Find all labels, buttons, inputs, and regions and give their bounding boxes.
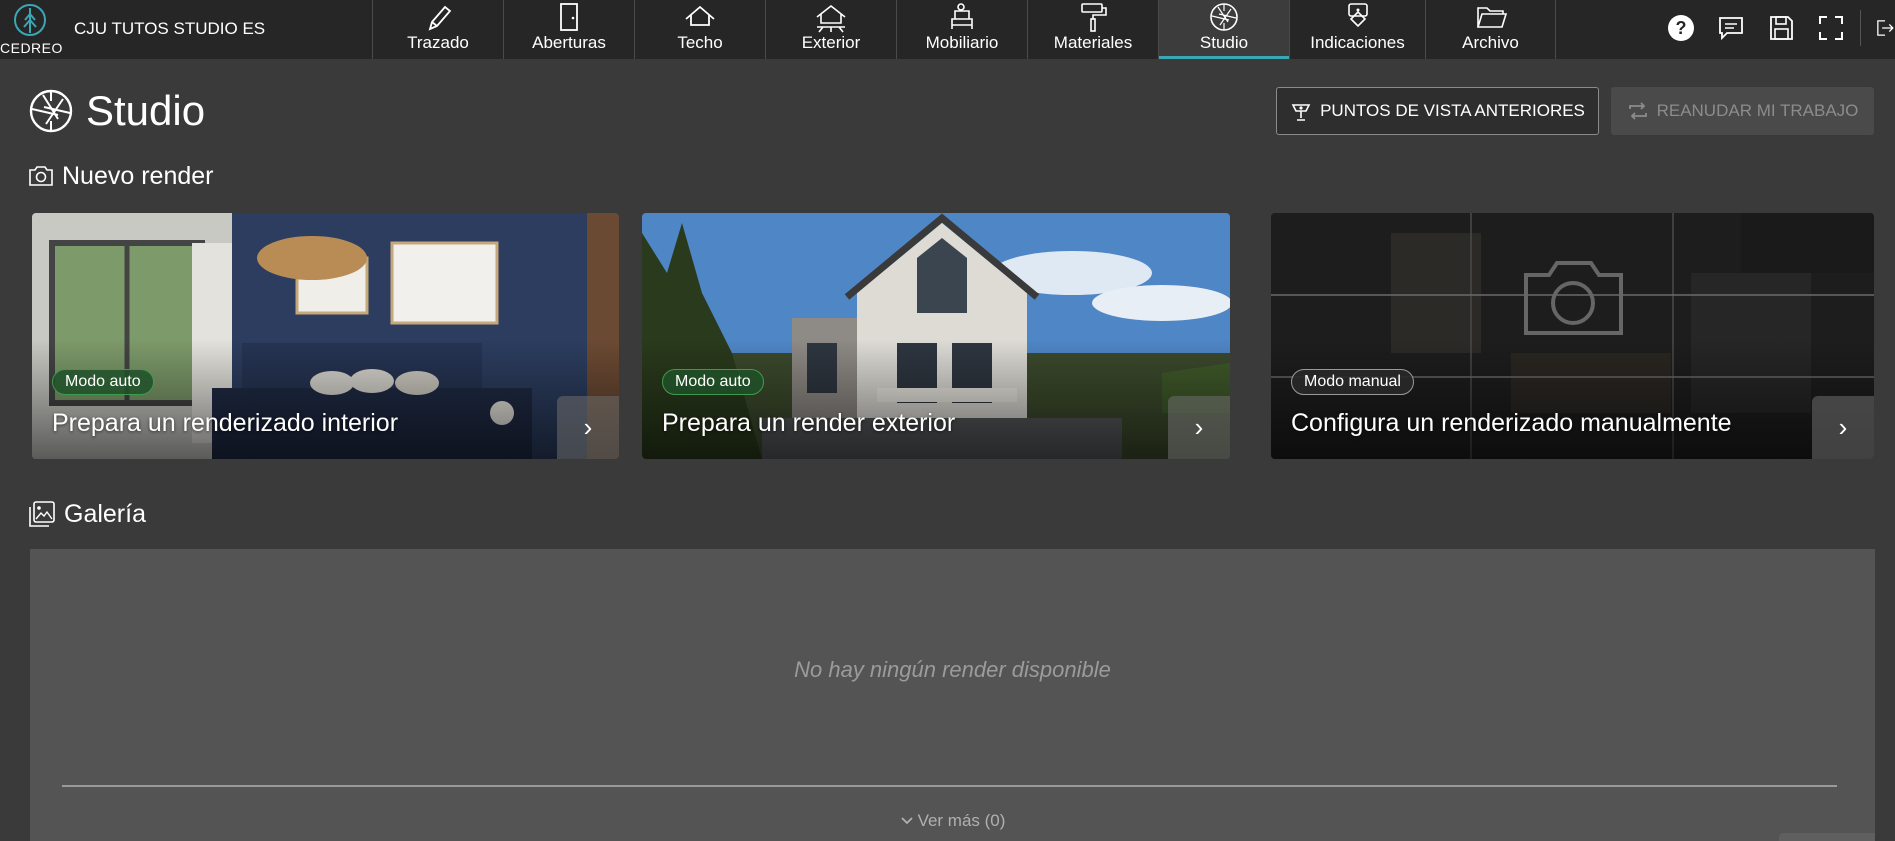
fullscreen-button[interactable] (1816, 11, 1846, 45)
exterior-render-card[interactable]: Modo auto Prepara un render exterior › (642, 213, 1230, 459)
chevron-right-icon[interactable]: › (1812, 396, 1874, 459)
card-shade (1271, 339, 1874, 459)
corner-tab[interactable] (1779, 833, 1875, 841)
tab-label: Indicaciones (1310, 33, 1405, 52)
manual-render-card[interactable]: Modo manual Configura un renderizado man… (1271, 213, 1874, 459)
mode-badge: Modo auto (662, 369, 764, 395)
mode-badge: Modo manual (1291, 369, 1414, 395)
help-button[interactable]: ? (1666, 11, 1696, 45)
house-exterior-icon (816, 4, 846, 33)
top-bar: CEDREO CJU TUTOS STUDIO ES Trazado Abert… (0, 0, 1895, 59)
camera-mount-icon (1291, 104, 1311, 121)
card-title: Prepara un renderizado interior (52, 409, 399, 437)
repeat-icon (1628, 102, 1647, 120)
gallery-title: Galería (64, 499, 146, 528)
interior-render-card[interactable]: Modo auto Prepara un renderizado interio… (32, 213, 619, 459)
gallery-empty-message: No hay ningún render disponible (794, 657, 1111, 682)
tab-label: Trazado (407, 33, 469, 52)
tab-studio[interactable]: Studio (1158, 0, 1289, 59)
logo-text: CEDREO (0, 40, 63, 56)
pencil-icon (428, 5, 452, 31)
chevron-down-icon (900, 817, 913, 825)
gallery-divider (62, 785, 1837, 787)
fullscreen-icon (1819, 16, 1843, 40)
door-icon (560, 3, 578, 31)
tab-mobiliario[interactable]: Mobiliario (896, 0, 1027, 59)
resume-work-button[interactable]: REANUDAR MI TRABAJO (1611, 87, 1874, 135)
svg-text:?: ? (1676, 18, 1687, 38)
aperture-icon (1210, 3, 1238, 31)
annotation-icon (1347, 3, 1368, 28)
exit-button[interactable] (1875, 11, 1895, 45)
card-shade (32, 339, 619, 459)
previous-viewpoints-label: PUNTOS DE VISTA ANTERIORES (1320, 101, 1585, 120)
card-title: Configura un renderizado manualmente (1291, 409, 1732, 437)
page-title: Studio (28, 86, 205, 136)
folder-icon (1476, 7, 1507, 28)
cedreo-logo[interactable]: CEDREO (0, 0, 70, 59)
furniture-icon (951, 3, 973, 29)
top-actions: ? (1666, 10, 1895, 46)
new-render-heading: Nuevo render (28, 160, 213, 192)
see-more-link[interactable]: Ver más (0) (30, 811, 1875, 831)
save-button[interactable] (1766, 11, 1796, 45)
tab-aberturas[interactable]: Aberturas (503, 0, 634, 59)
tab-label: Exterior (801, 33, 861, 52)
card-title: Prepara un render exterior (662, 409, 956, 437)
tab-exterior[interactable]: Exterior (765, 0, 896, 59)
tab-label: Aberturas (532, 33, 606, 52)
tab-indicaciones[interactable]: Indicaciones (1289, 0, 1425, 59)
main-nav: Trazado Aberturas Techo Exterior Mobilia… (372, 0, 1556, 59)
chat-button[interactable] (1716, 11, 1746, 45)
toolbar-divider (1860, 10, 1861, 46)
help-icon: ? (1668, 15, 1694, 41)
page-title-text: Studio (86, 87, 206, 134)
aperture-icon (29, 89, 73, 133)
tab-label: Techo (677, 33, 723, 52)
card-shade (642, 339, 1230, 459)
chevron-right-icon[interactable]: › (557, 396, 619, 459)
tab-label: Materiales (1053, 33, 1133, 52)
tab-archivo[interactable]: Archivo (1425, 0, 1556, 59)
exit-icon (1877, 20, 1894, 36)
chevron-right-icon[interactable]: › (1168, 396, 1230, 459)
tab-label: Archivo (1462, 33, 1519, 52)
roof-icon (685, 5, 715, 26)
see-more-label: Ver más (0) (917, 811, 1006, 830)
paint-roller-icon (1081, 3, 1107, 32)
new-render-title: Nuevo render (62, 161, 214, 190)
tab-techo[interactable]: Techo (634, 0, 765, 59)
gallery-icon (29, 501, 55, 527)
resume-work-label: REANUDAR MI TRABAJO (1656, 101, 1859, 120)
gallery-panel: No hay ningún render disponible Ver más … (30, 549, 1875, 841)
camera-icon (29, 166, 53, 186)
chat-icon (1719, 17, 1743, 41)
gallery-heading: Galería (28, 497, 146, 531)
tab-trazado[interactable]: Trazado (372, 0, 503, 59)
tab-label: Studio (1199, 33, 1249, 52)
project-name: CJU TUTOS STUDIO ES (74, 19, 266, 38)
tab-label: Mobiliario (925, 33, 999, 52)
previous-viewpoints-button[interactable]: PUNTOS DE VISTA ANTERIORES (1276, 87, 1599, 135)
mode-badge: Modo auto (52, 369, 154, 395)
save-icon (1770, 16, 1793, 40)
tab-materiales[interactable]: Materiales (1027, 0, 1158, 59)
tree-logo-icon (14, 4, 46, 36)
